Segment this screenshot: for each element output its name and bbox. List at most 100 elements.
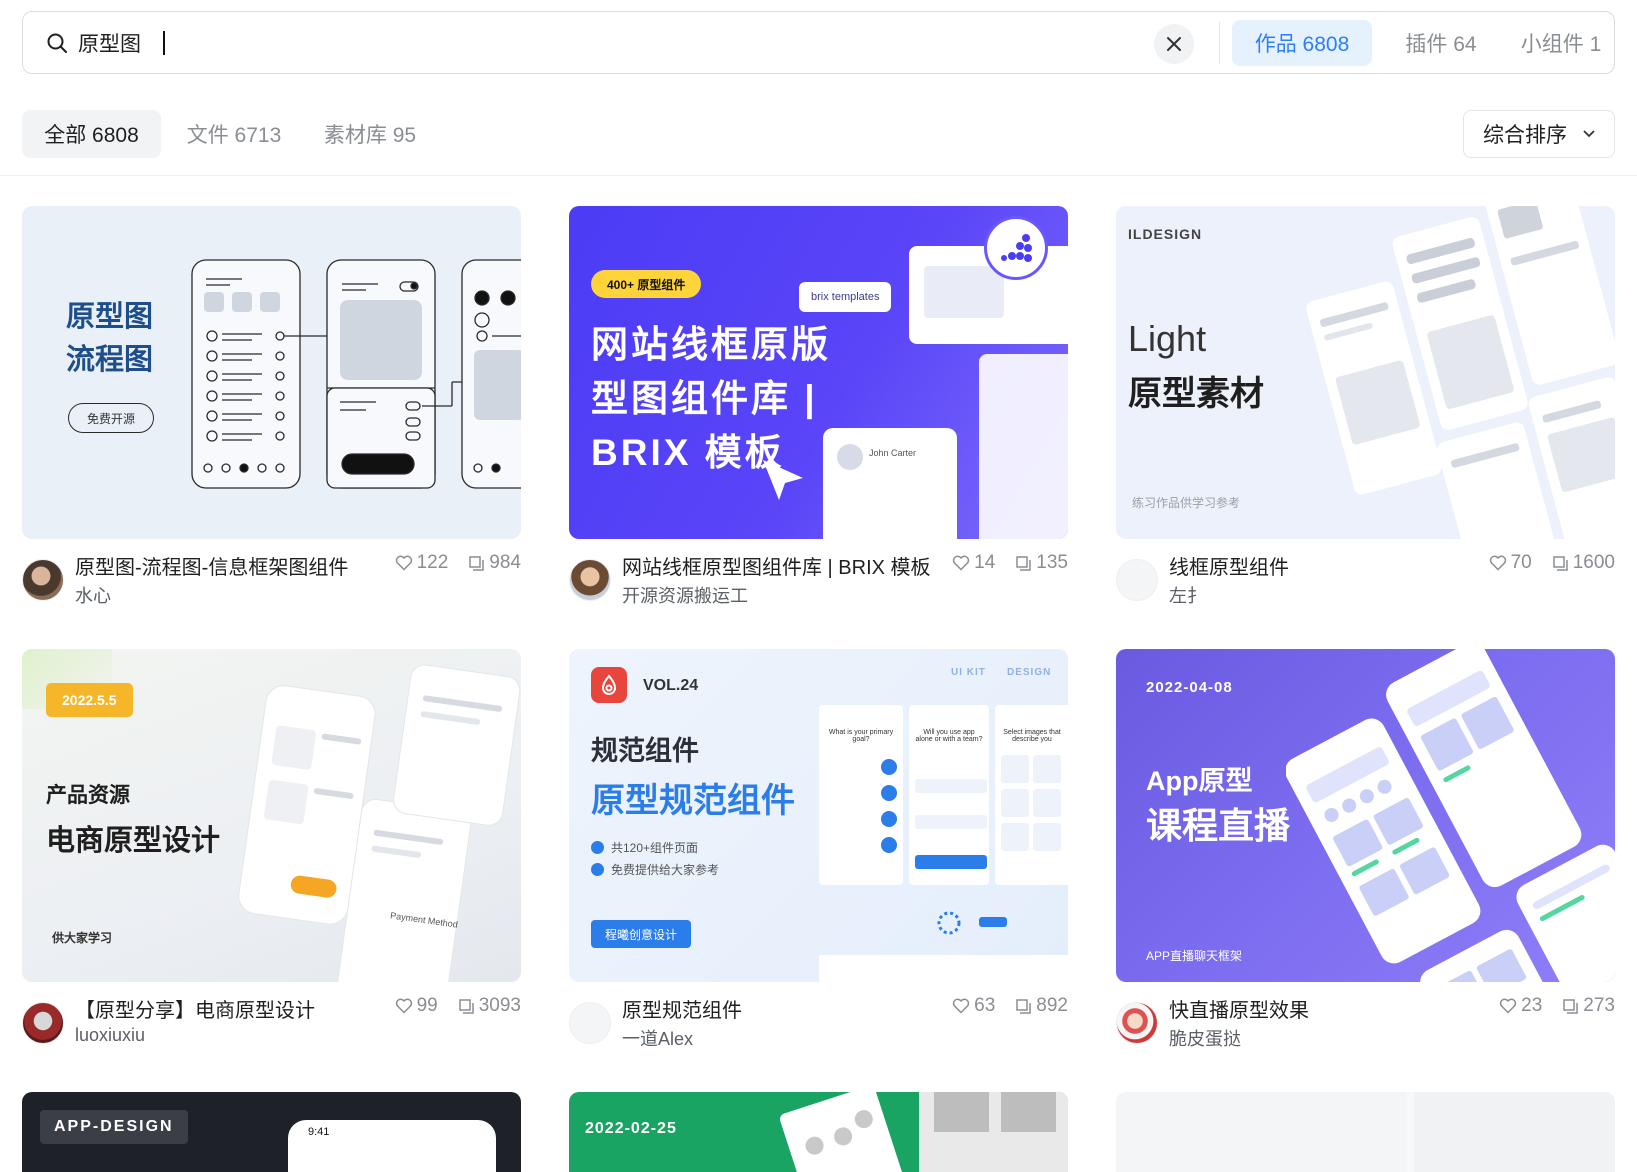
- card-author[interactable]: 左扌: [1169, 582, 1205, 608]
- thumb-brand: ILDESIGN: [1128, 226, 1203, 242]
- heart-icon: [395, 555, 412, 571]
- card-stats: 70 1600: [1469, 552, 1615, 574]
- avatar[interactable]: [22, 559, 64, 601]
- thumb-title-2: 型图组件库 |: [591, 378, 818, 419]
- thumb-title-1: 规范组件: [591, 736, 699, 766]
- like-count[interactable]: 99: [395, 995, 438, 1017]
- card-stats: 122 984: [375, 552, 521, 574]
- filter-all[interactable]: 全部 6808: [22, 110, 161, 158]
- filter-files[interactable]: 文件 6713: [172, 110, 296, 158]
- search-bar: 作品 6808 插件 64 小组件 1: [22, 11, 1615, 74]
- sort-dropdown[interactable]: 综合排序: [1463, 110, 1615, 158]
- work-card[interactable]: VOL.24 UI KIT DESIGN 规范组件 原型规范组件 共120+组件…: [569, 649, 1068, 1062]
- card-author[interactable]: 水心: [75, 582, 111, 608]
- thumb-date: 2022-04-08: [1146, 679, 1233, 696]
- card-thumbnail[interactable]: 2022.5.5 产品资源 电商原型设计 供大家学习 Payment Metho…: [22, 649, 521, 982]
- tab-widgets[interactable]: 小组件 1: [1511, 20, 1611, 66]
- duplicate-icon: [1552, 555, 1568, 571]
- copy-count[interactable]: 3093: [458, 995, 521, 1017]
- work-card[interactable]: 400+ 原型组件 网站线框原版 型图组件库 | BRIX 模板 brix te…: [569, 206, 1068, 619]
- phone-mockups: [238, 664, 521, 982]
- copy-count[interactable]: 984: [468, 552, 521, 574]
- filter-libraries[interactable]: 素材库 95: [308, 110, 432, 158]
- mock-controls: [819, 755, 1068, 982]
- heart-icon: [395, 998, 412, 1014]
- avatar: [837, 444, 863, 470]
- duplicate-icon: [1563, 998, 1579, 1014]
- card-title[interactable]: 快直播原型效果: [1169, 994, 1309, 1023]
- copy-count[interactable]: 892: [1015, 995, 1068, 1017]
- work-card[interactable]: 2022-04-08 App原型 课程直播 APP直播聊天框架 快直播原型效果 …: [1116, 649, 1615, 1062]
- avatar[interactable]: [1116, 1002, 1158, 1044]
- card-thumbnail[interactable]: 原型图 流程图 免费开源: [22, 206, 521, 539]
- copy-count[interactable]: 1600: [1552, 552, 1615, 574]
- duplicate-icon: [469, 555, 485, 571]
- thumb-title-2: 流程图: [66, 344, 154, 376]
- filter-bar: 全部 6808 文件 6713 素材库 95 综合排序: [0, 100, 1637, 176]
- card-title[interactable]: 原型图-流程图-信息框架图组件: [75, 551, 348, 580]
- thumb-brand: brix templates: [799, 282, 892, 312]
- work-card[interactable]: APP-DESIGN 9:41: [22, 1092, 521, 1172]
- card-title[interactable]: 【原型分享】电商原型设计: [75, 994, 315, 1023]
- thumb-date: 2022-02-25: [585, 1120, 677, 1137]
- like-count[interactable]: 14: [952, 552, 995, 574]
- card-author[interactable]: 开源资源搬运工: [622, 582, 748, 608]
- thumb-caption: 供大家学习: [52, 931, 113, 945]
- search-input[interactable]: [78, 26, 1128, 60]
- work-card[interactable]: 2022-02-25: [569, 1092, 1068, 1172]
- copy-count[interactable]: 135: [1015, 552, 1068, 574]
- card-stats: 23 273: [1479, 995, 1615, 1017]
- card-author[interactable]: luoxiuxiu: [75, 1025, 145, 1046]
- card-thumbnail[interactable]: VOL.24 UI KIT DESIGN 规范组件 原型规范组件 共120+组件…: [569, 649, 1068, 982]
- card-title[interactable]: 线框原型组件: [1169, 551, 1289, 580]
- thumb-title-1: App原型: [1146, 766, 1253, 796]
- copy-count[interactable]: 273: [1562, 995, 1615, 1017]
- like-count[interactable]: 23: [1499, 995, 1542, 1017]
- avatar[interactable]: [1116, 559, 1158, 601]
- avatar[interactable]: [569, 559, 611, 601]
- divider: [1219, 22, 1220, 64]
- card-stats: 99 3093: [375, 995, 521, 1017]
- wireframe-illustration: [191, 259, 521, 489]
- work-card[interactable]: ILDESIGN Light 原型素材 练习作品供学习参考 线框原型组件 左扌 …: [1116, 206, 1615, 619]
- logo-icon: [591, 667, 627, 703]
- card-title[interactable]: 原型规范组件: [622, 994, 742, 1023]
- avatar[interactable]: [22, 1002, 64, 1044]
- thumb-vol: VOL.24: [643, 677, 699, 694]
- thumb-title-1: 网站线框原版: [591, 324, 831, 365]
- card-thumbnail[interactable]: [1116, 1092, 1615, 1172]
- heart-icon: [1499, 998, 1517, 1014]
- thumb-button: 免费开源: [68, 403, 154, 433]
- mock-name: John Carter: [869, 448, 917, 458]
- thumb-title-1: 产品资源: [46, 784, 130, 807]
- card-thumbnail[interactable]: 2022-04-08 App原型 课程直播 APP直播聊天框架: [1116, 649, 1615, 982]
- card-thumbnail[interactable]: APP-DESIGN 9:41: [22, 1092, 521, 1172]
- card-thumbnail[interactable]: 2022-02-25: [569, 1092, 1068, 1172]
- wireframe-collage: [780, 1092, 1068, 1172]
- like-count[interactable]: 63: [952, 995, 995, 1017]
- card-thumbnail[interactable]: ILDESIGN Light 原型素材 练习作品供学习参考: [1116, 206, 1615, 539]
- tab-works[interactable]: 作品 6808: [1232, 20, 1372, 66]
- thumb-caption: APP直播聊天框架: [1146, 949, 1243, 963]
- clear-search-button[interactable]: [1154, 24, 1194, 64]
- card-stats: 14 135: [932, 552, 1068, 574]
- card-author[interactable]: 一道Alex: [622, 1025, 693, 1051]
- work-card[interactable]: 2022.5.5 产品资源 电商原型设计 供大家学习 Payment Metho…: [22, 649, 521, 1062]
- thumb-title-2: 原型规范组件: [591, 782, 795, 820]
- work-card[interactable]: [1116, 1092, 1615, 1172]
- like-count[interactable]: 70: [1489, 552, 1532, 574]
- text-caret: [163, 31, 165, 55]
- thumb-title-3: BRIX 模板: [591, 432, 785, 473]
- like-count[interactable]: 122: [395, 552, 448, 574]
- sort-label: 综合排序: [1483, 124, 1567, 147]
- card-author[interactable]: 脆皮蛋挞: [1169, 1025, 1241, 1051]
- chevron-down-icon: [1583, 130, 1595, 138]
- thumb-bullet: 免费提供给大家参考: [591, 861, 719, 878]
- tab-plugins[interactable]: 插件 64: [1383, 20, 1499, 66]
- card-thumbnail[interactable]: 400+ 原型组件 网站线框原版 型图组件库 | BRIX 模板 brix te…: [569, 206, 1068, 539]
- avatar[interactable]: [569, 1002, 611, 1044]
- work-card[interactable]: 原型图 流程图 免费开源 原型图-流程图-信息框架图组件 水心 122 984: [22, 206, 521, 619]
- thumb-button: 程曦创意设计: [591, 920, 692, 948]
- card-title[interactable]: 网站线框原型图组件库 | BRIX 模板: [622, 551, 931, 580]
- heart-icon: [952, 998, 970, 1014]
